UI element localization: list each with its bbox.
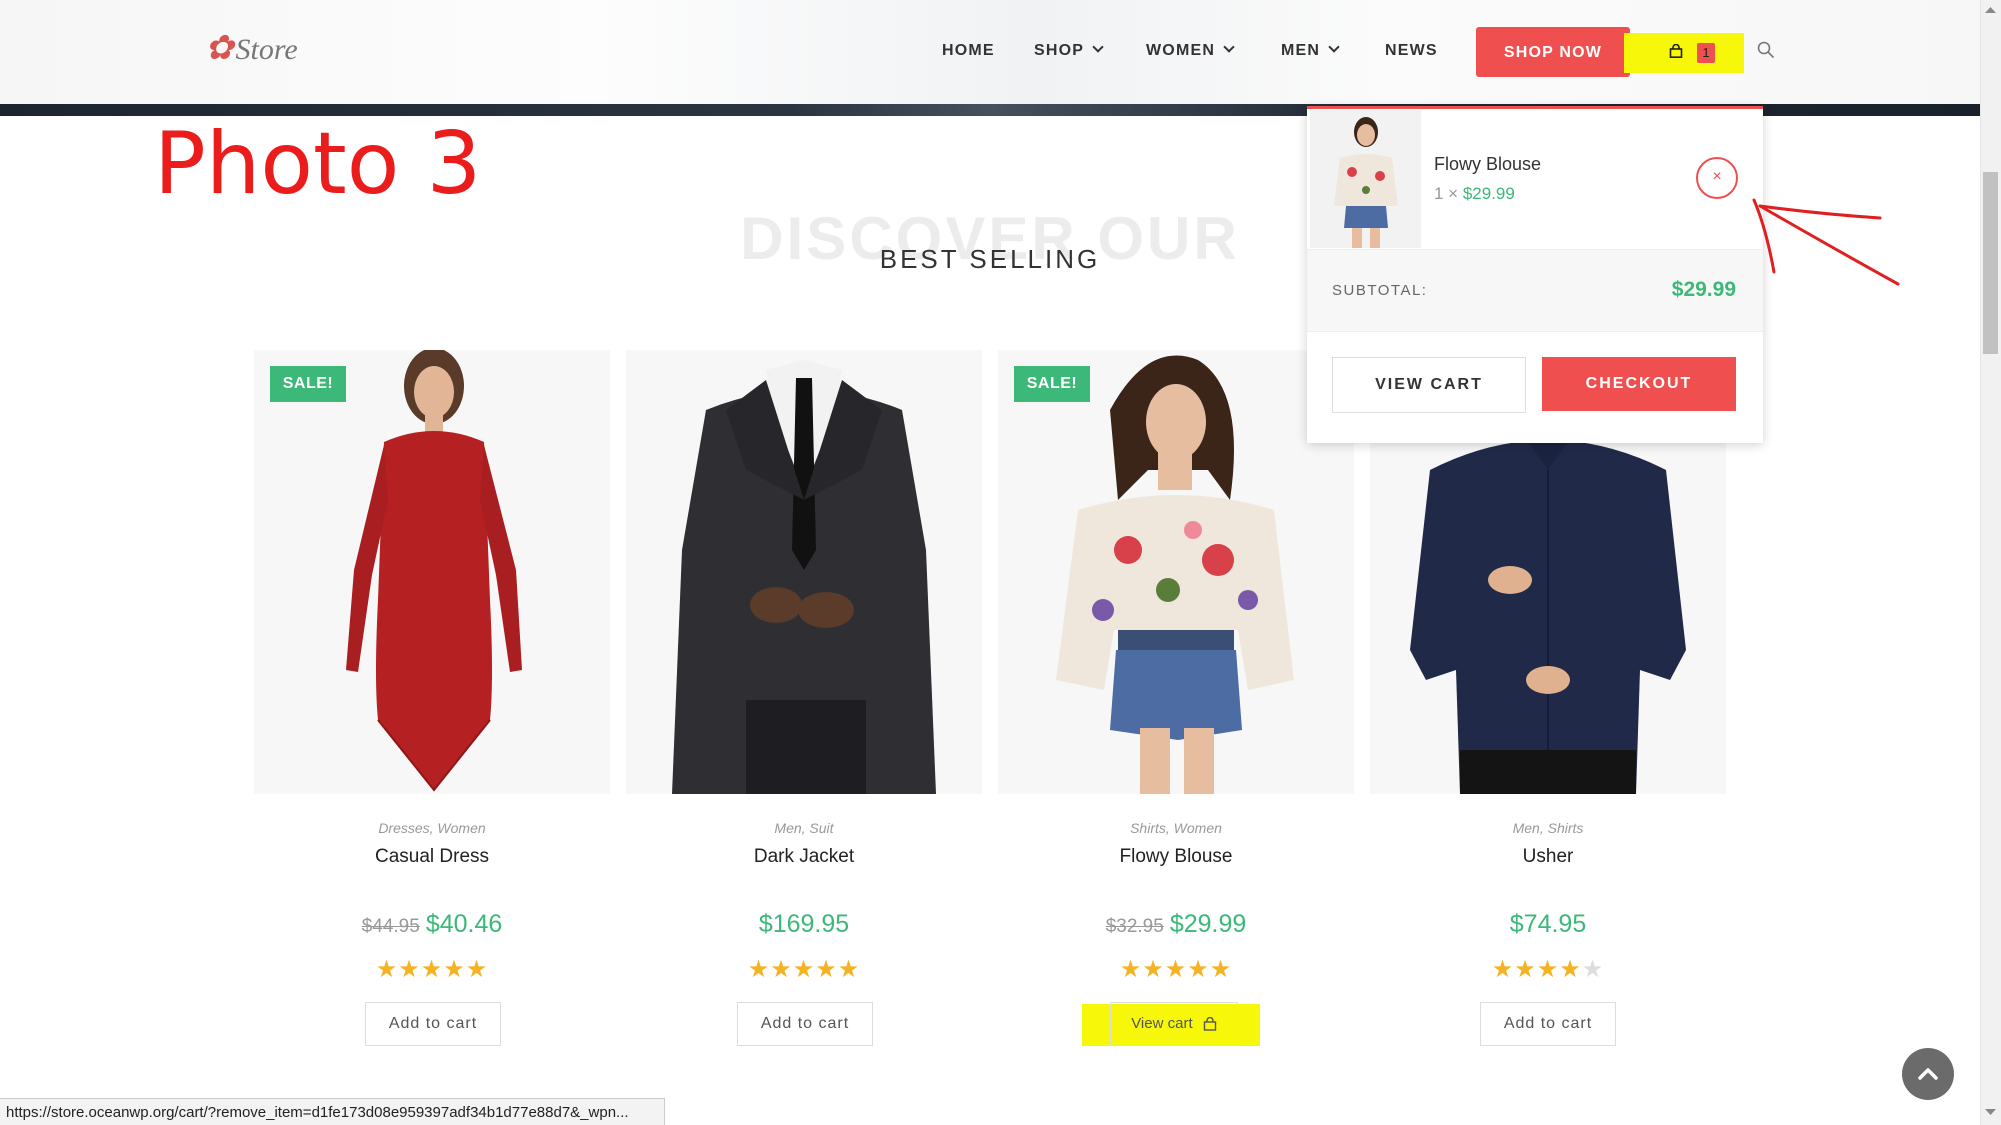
product-title[interactable]: Dark Jacket [626,846,982,868]
nav-home[interactable]: HOME [942,42,995,60]
scroll-down-arrow[interactable] [1984,1106,1997,1118]
cart-count-badge: 1 [1697,43,1715,63]
cart-highlight [1624,33,1744,73]
scroll-up-arrow[interactable] [1984,4,1997,16]
current-price: $74.95 [1509,910,1587,938]
old-price: $32.95 [1105,916,1164,937]
old-price: $44.95 [361,916,420,937]
back-to-top-button[interactable] [1902,1048,1954,1100]
chevron-down-icon [1223,41,1235,53]
product-title[interactable]: Usher [1370,846,1726,868]
subtotal-value: $29.99 [1671,278,1736,301]
star-rating: ★★★★★ [375,956,489,983]
browser-status-bar: https://store.oceanwp.org/cart/?remove_i… [0,1098,665,1125]
product-categories[interactable]: Men, Suit [626,820,982,836]
product-price: $44.95 $40.46 [254,910,610,939]
mini-cart-item-price: $29.99 [1462,184,1515,203]
view-cart-label: View cart [1131,1015,1193,1032]
divider [1307,331,1763,332]
nav-men[interactable]: MEN [1281,41,1340,60]
product-title[interactable]: Flowy Blouse [998,846,1354,868]
page-scrollbar[interactable] [1980,0,2001,1125]
sale-badge: SALE! [270,366,346,402]
product-categories[interactable]: Men, Shirts [1370,820,1726,836]
add-to-cart-button[interactable]: Add to cart [365,1002,501,1046]
product-image-dark-jacket[interactable] [626,350,982,794]
chevron-down-icon [1092,41,1104,53]
mini-cart-item-quantity: 1 × $29.99 [1434,184,1515,203]
remove-item-button[interactable]: × [1696,157,1738,199]
arrow-up-icon [1918,1068,1938,1080]
nav-shop[interactable]: SHOP [1034,41,1104,60]
annotation-arrow [1752,198,1900,286]
add-to-cart-button[interactable]: Add to cart [1480,1002,1616,1046]
subtotal-label: SUBTOTAL: [1332,282,1428,299]
mini-cart-item-thumbnail[interactable] [1310,110,1421,248]
product-image-casual-dress[interactable] [254,350,610,794]
scrollbar-thumb[interactable] [1983,172,1998,354]
star-rating: ★★★★★ [1370,955,1726,984]
search-icon[interactable] [1757,41,1775,59]
stars-filled: ★★★★ [1491,956,1582,983]
chevron-down-icon [1328,41,1340,53]
cart-icon[interactable] [1669,44,1683,58]
star-rating: ★★★★★ [747,956,861,983]
stars-empty: ★ [1581,956,1605,983]
bag-icon [1203,1017,1217,1031]
checkout-button[interactable]: CHECKOUT [1542,357,1736,411]
shop-now-button[interactable]: SHOP NOW [1476,27,1630,77]
view-cart-button[interactable]: View cart [1110,1002,1238,1046]
product-price: $74.95 [1370,910,1726,939]
add-to-cart-button[interactable]: Add to cart [737,1002,873,1046]
site-logo[interactable]: ✿Store [205,28,315,78]
product-title[interactable]: Casual Dress [254,846,610,868]
product-image-flowy-blouse[interactable] [998,350,1354,794]
view-cart-dropdown-button[interactable]: VIEW CART [1332,357,1526,413]
section-title: BEST SELLING [879,244,1101,274]
annotation-label: Photo 3 [154,114,482,214]
product-price: $169.95 [626,910,982,939]
star-rating: ★★★★★ [1119,956,1233,983]
logo-text: Store [235,33,298,66]
product-categories[interactable]: Shirts, Women [998,820,1354,836]
sale-badge: SALE! [1014,366,1090,402]
close-icon: × [1712,168,1722,185]
product-categories[interactable]: Dresses, Women [254,820,610,836]
current-price: $40.46 [425,910,503,938]
current-price: $29.99 [1169,910,1247,938]
product-price: $32.95 $29.99 [998,910,1354,939]
nav-women[interactable]: WOMEN [1146,41,1235,60]
current-price: $169.95 [758,910,850,938]
nav-news[interactable]: NEWS [1385,42,1438,60]
mini-cart-item-name[interactable]: Flowy Blouse [1434,154,1541,175]
